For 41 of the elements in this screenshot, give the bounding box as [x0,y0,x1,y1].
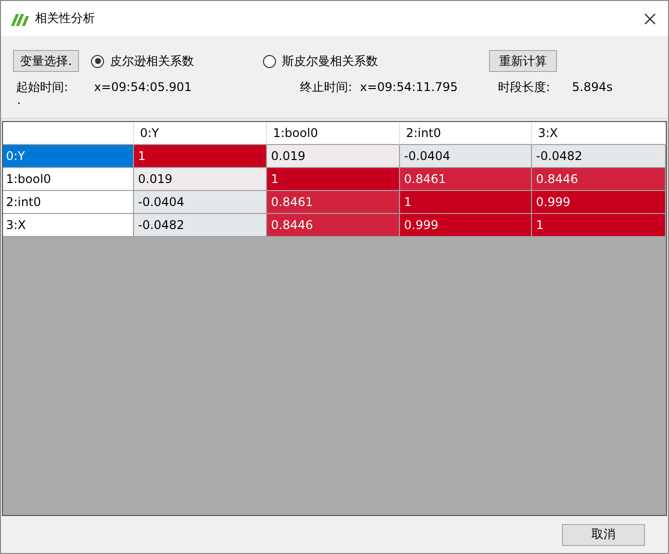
table-cell: -0.0404 [134,191,267,214]
row-header[interactable]: 2:int0 [3,191,134,214]
row-header[interactable]: 0:Y [3,145,134,168]
table-cell: 1 [532,214,666,237]
table-cell: 0.999 [400,214,532,237]
column-header: 1:bool0 [267,122,400,145]
table-cell: 1 [134,145,267,168]
table-cell: 0.8446 [532,168,666,191]
window-title: 相关性分析 [35,10,95,27]
column-header: 0:Y [134,122,267,145]
info-label: 时段长度: [498,78,552,96]
column-header: 2:int0 [400,122,532,145]
close-icon[interactable] [644,12,656,24]
table-cell: -0.0404 [400,145,532,168]
radio-label[interactable]: 皮尔逊相关系数 [110,52,194,70]
table-cell: 0.019 [134,168,267,191]
app-logo-icon [11,12,29,26]
table-cell: 0.999 [532,191,666,214]
table-cell: 1 [400,191,532,214]
info-value: x=09:54:11.795 [360,80,459,94]
table-cell: -0.0482 [134,214,267,237]
cancel-button[interactable]: 取消 [562,524,645,546]
row-header[interactable]: 3:X [3,214,134,237]
info-label: 起始时间: [16,78,70,96]
radio-button[interactable] [91,54,104,68]
table-cell: 0.8461 [400,168,532,191]
info-label: 终止时间: [300,78,354,96]
row-header[interactable]: 1:bool0 [3,168,134,191]
select-variables-button[interactable]: 变量选择. [13,50,79,72]
table-cell: 1 [267,168,400,191]
info-value: x=09:54:05.901 [94,80,193,94]
recalculate-button[interactable]: 重新计算 [489,50,557,72]
radio-button[interactable] [263,54,276,68]
table-cell: 0.8446 [267,214,400,237]
note-text: . [17,93,21,107]
table-cell: 0.019 [267,145,400,168]
table-cell: -0.0482 [532,145,666,168]
column-header: 3:X [532,122,666,145]
radio-label[interactable]: 斯皮尔曼相关系数 [282,52,378,70]
table-cell: 0.8461 [267,191,400,214]
info-value: 5.894s [572,80,613,94]
